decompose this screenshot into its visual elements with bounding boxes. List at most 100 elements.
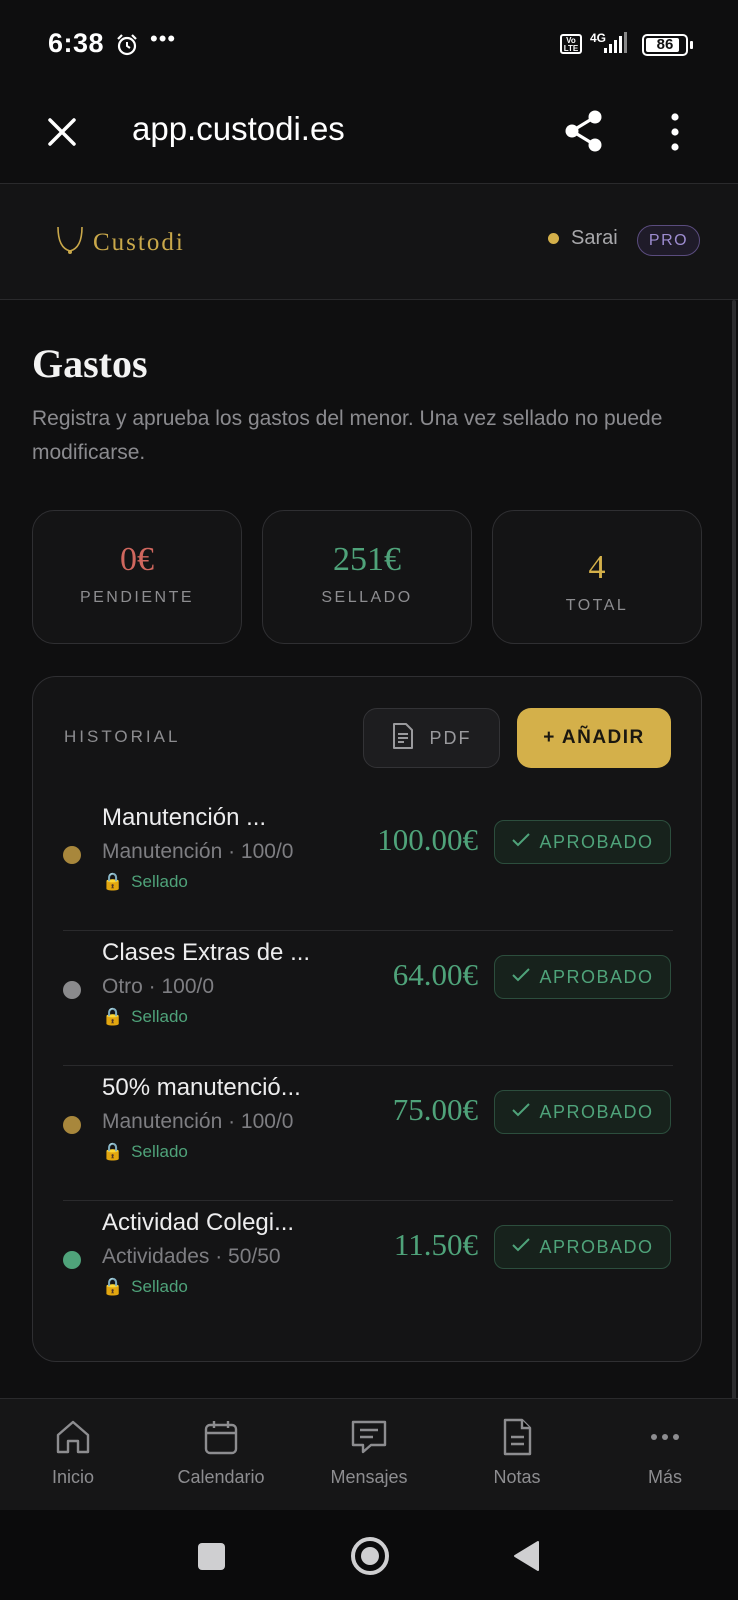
history-panel: HISTORIAL PDF + AÑADIR Manutención ... M… xyxy=(32,676,702,1362)
alarm-icon xyxy=(115,33,139,62)
category-dot xyxy=(63,1251,81,1269)
sealed-label: Sellado xyxy=(131,872,188,891)
lock-icon: 🔒 xyxy=(102,1277,124,1296)
notification-dots: ••• xyxy=(150,26,177,51)
scrollbar[interactable] xyxy=(732,300,736,1400)
stat-value: 4 xyxy=(588,549,606,586)
more-icon xyxy=(595,1417,735,1457)
nav-item-calendario[interactable]: Calendario xyxy=(151,1417,291,1488)
expense-amount: 75.00€ xyxy=(392,1092,478,1127)
stat-card-sealed: 251€ SELLADO xyxy=(262,510,472,644)
nav-label: Mensajes xyxy=(330,1467,408,1487)
nav-item-inicio[interactable]: Inicio xyxy=(3,1417,143,1488)
close-icon[interactable] xyxy=(42,112,82,152)
page-description: Registra y aprueba los gastos del menor.… xyxy=(32,407,663,464)
check-icon xyxy=(511,1102,539,1123)
sealed-indicator: 🔒 Sellado xyxy=(102,1277,188,1297)
recents-icon[interactable] xyxy=(198,1543,225,1570)
stat-card-pending: 0€ PENDIENTE xyxy=(32,510,242,644)
home-button-inner xyxy=(361,1547,379,1565)
volte-icon: Vo LTE xyxy=(560,34,582,54)
pdf-button[interactable]: PDF xyxy=(363,708,500,768)
expense-amount: 64.00€ xyxy=(392,957,478,992)
check-icon xyxy=(511,832,539,853)
check-icon xyxy=(511,967,539,988)
user-name: Sarai xyxy=(571,227,618,249)
pro-badge: PRO xyxy=(637,225,700,256)
user-indicator[interactable]: Sarai xyxy=(548,227,618,250)
bottom-nav: Inicio Calendario Mensajes Notas Más xyxy=(0,1398,738,1510)
status-badge: APROBADO xyxy=(494,1090,671,1134)
notes-icon xyxy=(447,1417,587,1457)
expense-row[interactable]: Manutención ... Manutención · 100/0 🔒 Sel… xyxy=(63,796,673,931)
category-dot xyxy=(63,981,81,999)
nav-item-mas[interactable]: Más xyxy=(595,1417,735,1488)
battery-tip xyxy=(690,41,693,49)
stat-label: TOTAL xyxy=(565,597,629,614)
status-label: APROBADO xyxy=(539,966,654,987)
add-expense-button[interactable]: + AÑADIR xyxy=(517,708,671,768)
clock: 6:38 xyxy=(48,28,105,58)
expense-amount: 11.50€ xyxy=(393,1227,478,1262)
page-title: Gastos xyxy=(32,341,148,386)
lock-icon: 🔒 xyxy=(102,872,124,891)
expense-title: 50% manutenció... xyxy=(102,1074,301,1101)
status-label: APROBADO xyxy=(539,1101,654,1122)
status-bar: 6:38 ••• Vo LTE 4G 86 xyxy=(0,0,738,90)
expense-subtitle: Otro · 100/0 xyxy=(102,975,215,998)
lock-icon: 🔒 xyxy=(102,1007,124,1026)
online-dot xyxy=(548,233,559,244)
status-badge: APROBADO xyxy=(494,1225,671,1269)
status-badge: APROBADO xyxy=(494,955,671,999)
nav-item-notas[interactable]: Notas xyxy=(447,1417,587,1488)
pdf-button-label: PDF xyxy=(429,727,472,748)
status-label: APROBADO xyxy=(539,1236,654,1257)
sealed-label: Sellado xyxy=(131,1142,188,1161)
url-text[interactable]: app.custodi.es xyxy=(132,110,345,148)
nav-label: Inicio xyxy=(51,1467,95,1487)
sealed-label: Sellado xyxy=(131,1277,188,1296)
stat-label: PENDIENTE xyxy=(79,589,195,606)
nav-label: Calendario xyxy=(177,1467,265,1487)
browser-bar: app.custodi.es xyxy=(0,90,738,184)
status-badge: APROBADO xyxy=(494,820,671,864)
menu-more-icon[interactable] xyxy=(660,110,690,154)
home-icon xyxy=(3,1417,143,1457)
stat-label: SELLADO xyxy=(321,589,413,606)
svg-text:4G: 4G xyxy=(590,31,606,45)
status-label: APROBADO xyxy=(539,831,654,852)
message-icon xyxy=(299,1417,439,1457)
expense-subtitle: Manutención · 100/0 xyxy=(102,1110,294,1133)
expense-subtitle: Manutención · 100/0 xyxy=(102,840,294,863)
sealed-label: Sellado xyxy=(131,1007,188,1026)
nav-label: Notas xyxy=(493,1467,541,1487)
app-header: Custodi Sarai PRO xyxy=(0,184,738,300)
document-icon xyxy=(392,722,430,755)
custodi-logo[interactable]: Custodi xyxy=(55,224,185,261)
expense-row[interactable]: Actividad Colegi... Actividades · 50/50 … xyxy=(63,1201,673,1336)
nav-item-mensajes[interactable]: Mensajes xyxy=(299,1417,439,1488)
lock-icon: 🔒 xyxy=(102,1142,124,1161)
sealed-indicator: 🔒 Sellado xyxy=(102,872,188,892)
expense-amount: 100.00€ xyxy=(377,822,478,857)
logo-text: Custodi xyxy=(93,228,185,256)
expense-title: Manutención ... xyxy=(102,804,267,831)
share-icon[interactable] xyxy=(562,108,606,154)
home-button-icon[interactable] xyxy=(351,1537,389,1575)
category-dot xyxy=(63,1116,81,1134)
sealed-indicator: 🔒 Sellado xyxy=(102,1007,188,1027)
category-dot xyxy=(63,846,81,864)
calendar-icon xyxy=(151,1417,291,1457)
sealed-indicator: 🔒 Sellado xyxy=(102,1142,188,1162)
expense-title: Clases Extras de ... xyxy=(102,939,311,966)
stat-card-total: 4 TOTAL xyxy=(492,510,702,644)
battery-level: 86 xyxy=(656,36,674,53)
stat-value: 0€ xyxy=(120,541,154,578)
back-icon[interactable] xyxy=(512,1540,540,1577)
check-icon xyxy=(511,1237,539,1258)
expense-row[interactable]: 50% manutenció... Manutención · 100/0 🔒 S… xyxy=(63,1066,673,1201)
battery-icon: 86 xyxy=(642,34,688,56)
expense-row[interactable]: Clases Extras de ... Otro · 100/0 🔒 Sella… xyxy=(63,931,673,1066)
expense-subtitle: Actividades · 50/50 xyxy=(102,1245,281,1268)
nav-label: Más xyxy=(647,1467,682,1487)
